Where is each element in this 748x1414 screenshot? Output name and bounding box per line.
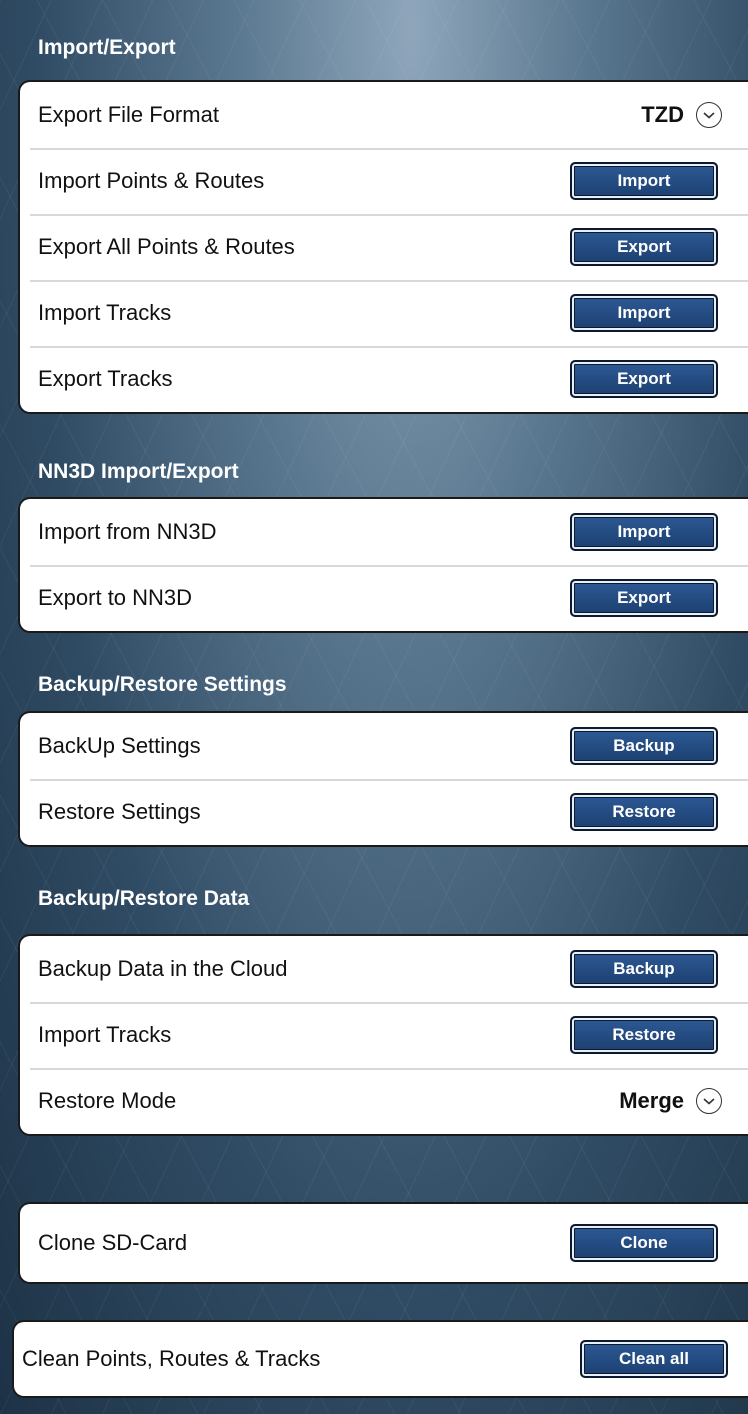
row-import-tracks: Import Tracks Import	[20, 280, 748, 346]
clean-all-button[interactable]: Clean all	[580, 1340, 728, 1378]
row-import-points-routes: Import Points & Routes Import	[20, 148, 748, 214]
card-backup-restore-data: Backup Data in the Cloud Backup Import T…	[18, 934, 748, 1136]
chevron-down-circle-icon	[696, 1088, 722, 1114]
row-backup-data-cloud: Backup Data in the Cloud Backup	[20, 936, 748, 1002]
export-file-format-dropdown[interactable]: TZD	[641, 102, 722, 128]
restore-tracks-button[interactable]: Restore	[570, 1016, 718, 1054]
row-export-tracks: Export Tracks Export	[20, 346, 748, 412]
dropdown-value: TZD	[641, 102, 684, 127]
card-import-export: Export File Format TZD Import Points & R…	[18, 80, 748, 414]
backup-data-cloud-button[interactable]: Backup	[570, 950, 718, 988]
card-nn3d: Import from NN3D Import Export to NN3D E…	[18, 497, 748, 633]
row-clone-sd-card: Clone SD-Card Clone	[20, 1204, 748, 1282]
card-clean: Clean Points, Routes & Tracks Clean all	[12, 1320, 748, 1398]
section-title-backup-restore-settings: Backup/Restore Settings	[38, 673, 287, 696]
import-tracks-button[interactable]: Import	[570, 294, 718, 332]
import-from-nn3d-button[interactable]: Import	[570, 513, 718, 551]
row-export-all-points-routes: Export All Points & Routes Export	[20, 214, 748, 280]
row-label: Export File Format	[38, 102, 219, 127]
dropdown-value: Merge	[619, 1088, 684, 1113]
section-title-nn3d: NN3D Import/Export	[38, 460, 239, 483]
export-tracks-button[interactable]: Export	[570, 360, 718, 398]
row-import-tracks-restore: Import Tracks Restore	[20, 1002, 748, 1068]
row-backup-settings: BackUp Settings Backup	[20, 713, 748, 779]
import-points-routes-button[interactable]: Import	[570, 162, 718, 200]
card-backup-restore-settings: BackUp Settings Backup Restore Settings …	[18, 711, 748, 847]
section-title-backup-restore-data: Backup/Restore Data	[38, 887, 250, 910]
row-clean-points-routes-tracks: Clean Points, Routes & Tracks Clean all	[14, 1322, 748, 1396]
export-all-points-routes-button[interactable]: Export	[570, 228, 718, 266]
clone-sd-card-button[interactable]: Clone	[570, 1224, 718, 1262]
restore-settings-button[interactable]: Restore	[570, 793, 718, 831]
row-import-from-nn3d: Import from NN3D Import	[20, 499, 748, 565]
card-clone-sd: Clone SD-Card Clone	[18, 1202, 748, 1284]
backup-settings-button[interactable]: Backup	[570, 727, 718, 765]
section-title-import-export: Import/Export	[38, 36, 176, 59]
row-restore-settings: Restore Settings Restore	[20, 779, 748, 845]
row-restore-mode[interactable]: Restore Mode Merge	[20, 1068, 748, 1134]
export-to-nn3d-button[interactable]: Export	[570, 579, 718, 617]
restore-mode-dropdown[interactable]: Merge	[619, 1088, 722, 1114]
row-export-to-nn3d: Export to NN3D Export	[20, 565, 748, 631]
chevron-down-circle-icon	[696, 102, 722, 128]
row-export-file-format[interactable]: Export File Format TZD	[20, 82, 748, 148]
